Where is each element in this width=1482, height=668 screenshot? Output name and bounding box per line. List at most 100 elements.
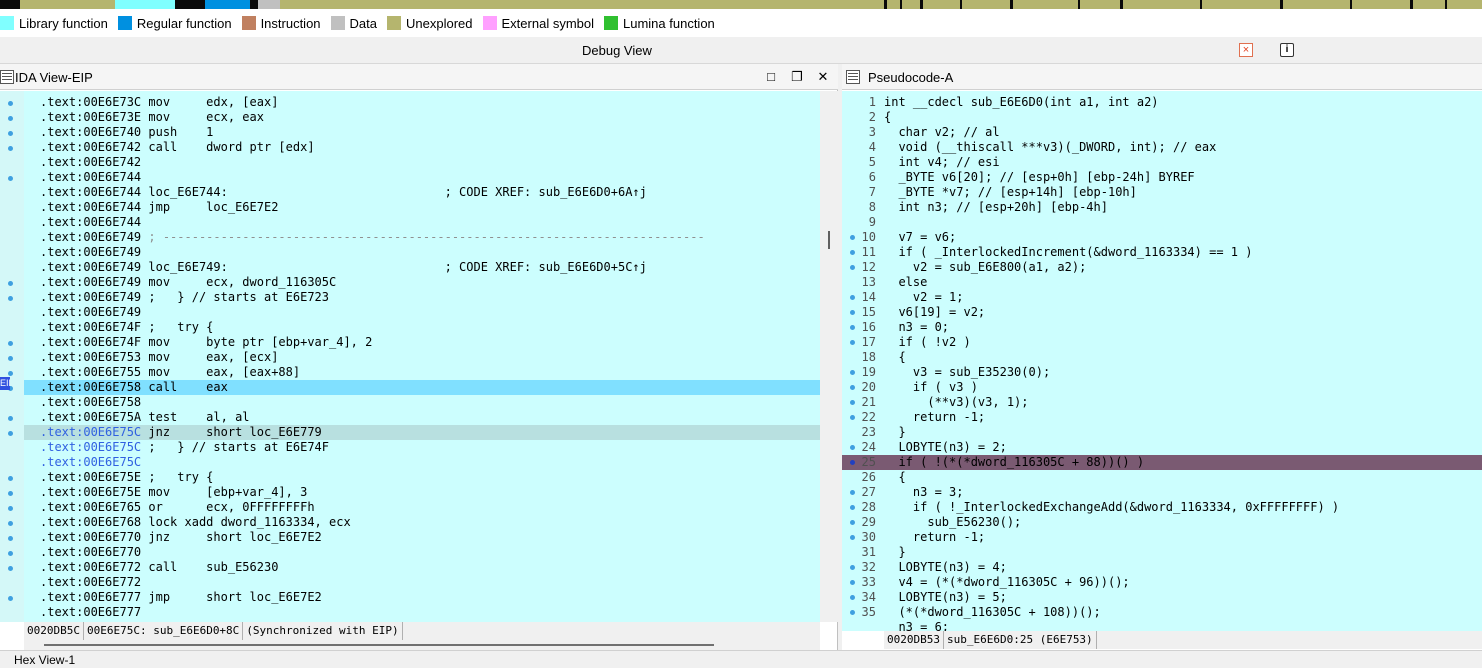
disasm-line[interactable]: .text:00E6E749 loc_E6E749: ; CODE XREF: … (24, 260, 820, 275)
pseudocode-line[interactable]: 21 (**v3)(v3, 1); (842, 395, 1482, 410)
breakpoint-dot-icon[interactable] (850, 340, 855, 345)
pseudocode-line[interactable]: 19 v3 = sub_E35230(0); (842, 365, 1482, 380)
restore-icon[interactable]: ❐ (790, 69, 804, 85)
pseudocode-line[interactable]: 18 { (842, 350, 1482, 365)
disasm-line[interactable]: .text:00E6E765 or ecx, 0FFFFFFFFh (24, 500, 820, 515)
pseudocode-line[interactable]: 35 (*(*dword_116305C + 108))(); (842, 605, 1482, 620)
vertical-scrollbar[interactable] (820, 91, 838, 622)
breakpoint-dot-icon[interactable] (8, 431, 13, 436)
pseudocode-line[interactable]: 28 if ( !_InterlockedExchangeAdd(&dword_… (842, 500, 1482, 515)
scroll-thumb[interactable] (44, 644, 714, 646)
breakpoint-dot-icon[interactable] (8, 416, 13, 421)
pseudocode-line[interactable]: 6 _BYTE v6[20]; // [esp+0h] [ebp-24h] BY… (842, 170, 1482, 185)
disasm-line[interactable]: .text:00E6E73E mov ecx, eax (24, 110, 820, 125)
pseudocode-line[interactable]: 17 if ( !v2 ) (842, 335, 1482, 350)
disasm-line[interactable]: .text:00E6E772 (24, 575, 820, 590)
disasm-line[interactable]: .text:00E6E75C jnz short loc_E6E779 (24, 425, 820, 440)
pseudocode-line[interactable]: n3 = 6; (842, 620, 1482, 631)
disasm-line[interactable]: .text:00E6E770 jnz short loc_E6E7E2 (24, 530, 820, 545)
breakpoint-dot-icon[interactable] (8, 596, 13, 601)
pseudocode-line[interactable]: 27 n3 = 3; (842, 485, 1482, 500)
breakpoint-dot-icon[interactable] (8, 536, 13, 541)
pseudocode-line[interactable]: 15 v6[19] = v2; (842, 305, 1482, 320)
breakpoint-dot-icon[interactable] (850, 505, 855, 510)
breakpoint-dot-icon[interactable] (850, 415, 855, 420)
disasm-line[interactable]: .text:00E6E749 ; } // starts at E6E723 (24, 290, 820, 305)
breakpoint-dot-icon[interactable] (850, 250, 855, 255)
pseudocode-line[interactable]: 4 void (__thiscall ***v3)(_DWORD, int); … (842, 140, 1482, 155)
pseudocode-line[interactable]: 23 } (842, 425, 1482, 440)
breakpoint-dot-icon[interactable] (8, 116, 13, 121)
pseudocode-line[interactable]: 34 LOBYTE(n3) = 5; (842, 590, 1482, 605)
disasm-line[interactable]: .text:00E6E753 mov eax, [ecx] (24, 350, 820, 365)
breakpoint-dot-icon[interactable] (8, 146, 13, 151)
breakpoint-dot-icon[interactable] (850, 385, 855, 390)
breakpoint-dot-icon[interactable] (850, 265, 855, 270)
breakpoint-dot-icon[interactable] (8, 476, 13, 481)
pseudocode-line[interactable]: 1 int __cdecl sub_E6E6D0(int a1, int a2) (842, 95, 1482, 110)
disasm-line[interactable]: .text:00E6E75A test al, al (24, 410, 820, 425)
hex-view-tab[interactable]: Hex View-1 (0, 650, 1482, 668)
disasm-line[interactable]: .text:00E6E744 (24, 215, 820, 230)
breakpoint-dot-icon[interactable] (850, 565, 855, 570)
disasm-line[interactable]: .text:00E6E749 mov ecx, dword_116305C (24, 275, 820, 290)
scroll-thumb[interactable] (828, 231, 830, 249)
breakpoint-dot-icon[interactable] (8, 566, 13, 571)
breakpoint-dot-icon[interactable] (850, 460, 855, 465)
breakpoint-dot-icon[interactable] (850, 535, 855, 540)
breakpoint-dot-icon[interactable] (850, 445, 855, 450)
arrow-gutter[interactable] (0, 91, 24, 622)
breakpoint-dot-icon[interactable] (8, 551, 13, 556)
pseudocode-line[interactable]: 25 if ( !(*(*dword_116305C + 88))() ) (842, 455, 1482, 470)
pseudocode-line[interactable]: 2{ (842, 110, 1482, 125)
pseudocode-listing[interactable]: 1 int __cdecl sub_E6E6D0(int a1, int a2) 2… (842, 91, 1482, 631)
breakpoint-dot-icon[interactable] (8, 356, 13, 361)
breakpoint-dot-icon[interactable] (850, 370, 855, 375)
pseudocode-line[interactable]: 10 v7 = v6; (842, 230, 1482, 245)
disasm-line[interactable]: .text:00E6E75E ; try { (24, 470, 820, 485)
disasm-line[interactable]: .text:00E6E742 call dword ptr [edx] (24, 140, 820, 155)
disasm-line[interactable]: .text:00E6E749 (24, 245, 820, 260)
pseudocode-line[interactable]: 5 int v4; // esi (842, 155, 1482, 170)
disasm-line[interactable]: .text:00E6E777 jmp short loc_E6E7E2 (24, 590, 820, 605)
close-icon[interactable]: × (1239, 43, 1253, 57)
disasm-line[interactable]: .text:00E6E742 (24, 155, 820, 170)
pseudocode-line[interactable]: 3 char v2; // al (842, 125, 1482, 140)
breakpoint-dot-icon[interactable] (8, 491, 13, 496)
breakpoint-dot-icon[interactable] (8, 341, 13, 346)
maximize-icon[interactable]: □ (764, 69, 778, 84)
navigation-band[interactable] (0, 0, 1482, 9)
disasm-line[interactable]: .text:00E6E755 mov eax, [eax+88] (24, 365, 820, 380)
breakpoint-dot-icon[interactable] (850, 310, 855, 315)
pseudocode-line[interactable]: 20 if ( v3 ) (842, 380, 1482, 395)
pseudocode-line[interactable]: 24 LOBYTE(n3) = 2; (842, 440, 1482, 455)
breakpoint-dot-icon[interactable] (850, 490, 855, 495)
pseudocode-line[interactable]: 31 } (842, 545, 1482, 560)
pseudocode-line[interactable]: 13 else (842, 275, 1482, 290)
breakpoint-dot-icon[interactable] (850, 325, 855, 330)
breakpoint-dot-icon[interactable] (8, 296, 13, 301)
disasm-line[interactable]: .text:00E6E758 call eax (24, 380, 820, 395)
disasm-line[interactable]: .text:00E6E744 (24, 170, 820, 185)
disasm-line[interactable]: .text:00E6E772 call sub_E56230 (24, 560, 820, 575)
breakpoint-dot-icon[interactable] (8, 506, 13, 511)
disasm-line[interactable]: .text:00E6E749 (24, 305, 820, 320)
pseudocode-line[interactable]: 7 _BYTE *v7; // [esp+14h] [ebp-10h] (842, 185, 1482, 200)
ida-view-tab-title[interactable]: IDA View-EIP (15, 70, 93, 85)
breakpoint-dot-icon[interactable] (8, 101, 13, 106)
info-icon[interactable]: i (1280, 43, 1294, 57)
pseudocode-line[interactable]: 26 { (842, 470, 1482, 485)
disasm-line[interactable]: .text:00E6E74F ; try { (24, 320, 820, 335)
disasm-line[interactable]: .text:00E6E74F mov byte ptr [ebp+var_4],… (24, 335, 820, 350)
disasm-line[interactable]: .text:00E6E744 loc_E6E744: ; CODE XREF: … (24, 185, 820, 200)
disasm-line[interactable]: .text:00E6E768 lock xadd dword_1163334, … (24, 515, 820, 530)
horizontal-scrollbar[interactable] (24, 640, 820, 650)
pseudocode-line[interactable]: 11 if ( _InterlockedIncrement(&dword_116… (842, 245, 1482, 260)
breakpoint-dot-icon[interactable] (850, 235, 855, 240)
pseudocode-line[interactable]: 12 v2 = sub_E6E800(a1, a2); (842, 260, 1482, 275)
disasm-line[interactable]: .text:00E6E75C (24, 455, 820, 470)
breakpoint-dot-icon[interactable] (8, 176, 13, 181)
breakpoint-dot-icon[interactable] (8, 521, 13, 526)
breakpoint-dot-icon[interactable] (8, 281, 13, 286)
pseudocode-line[interactable]: 29 sub_E56230(); (842, 515, 1482, 530)
